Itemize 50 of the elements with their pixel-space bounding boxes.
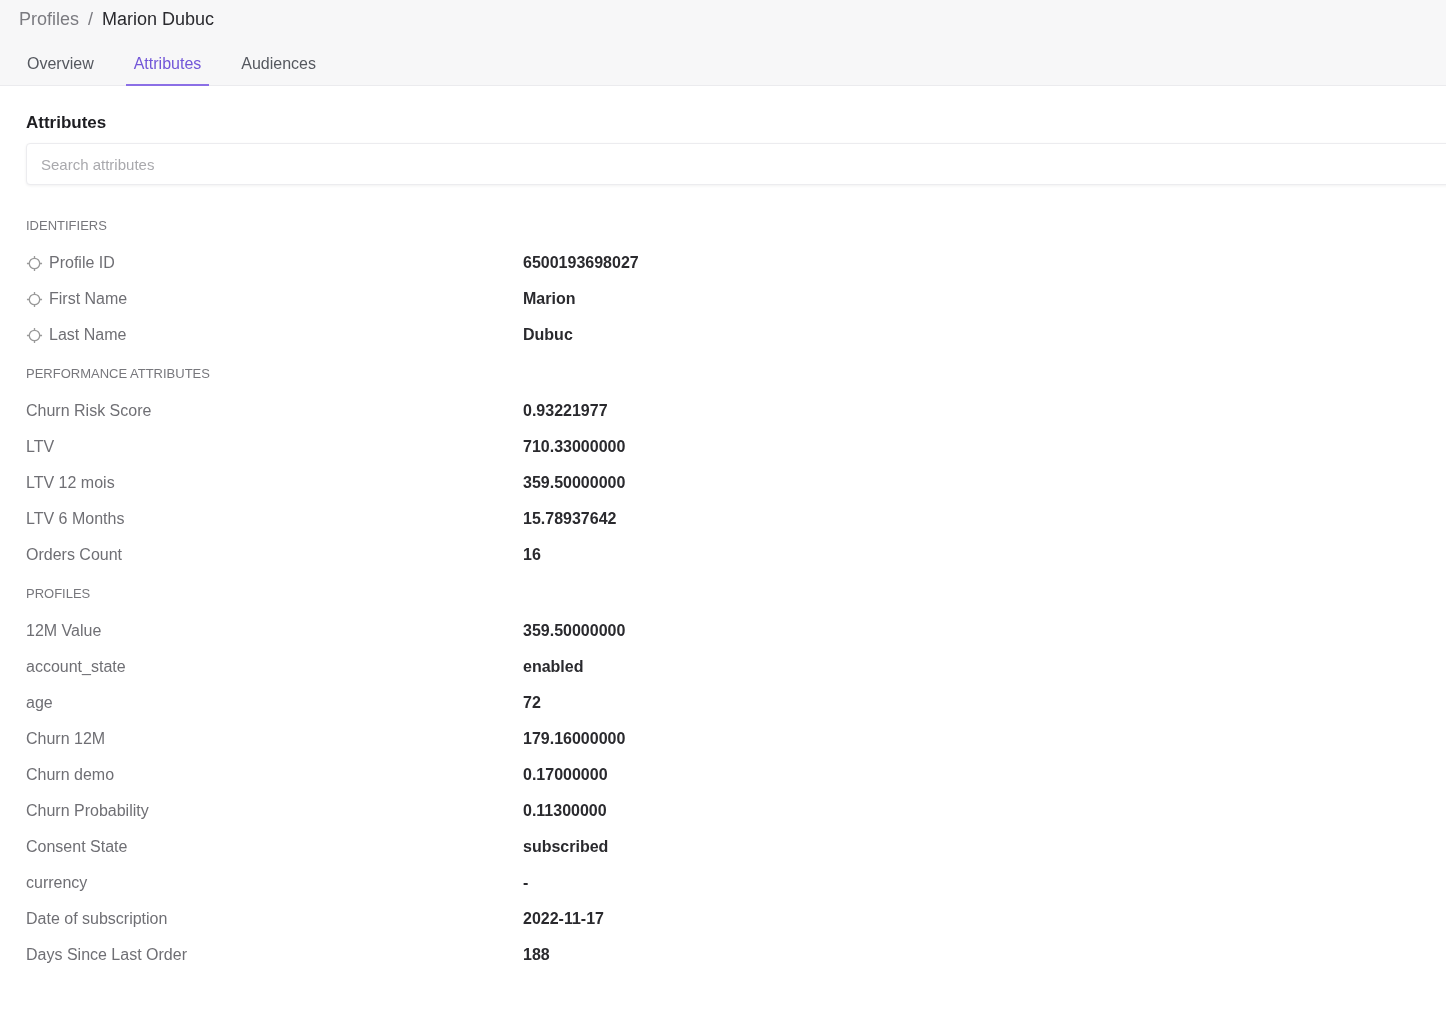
crosshair-icon bbox=[26, 254, 43, 272]
attribute-label: age bbox=[26, 694, 53, 712]
attribute-label: Churn demo bbox=[26, 766, 115, 784]
attribute-value: 0.11300000 bbox=[523, 802, 607, 820]
group-heading: PROFILES bbox=[26, 585, 92, 603]
attribute-label: Orders Count bbox=[26, 546, 123, 564]
crosshair-icon bbox=[26, 326, 43, 344]
group-heading: IDENTIFIERS bbox=[26, 217, 108, 235]
search-field[interactable]: Search attributes bbox=[26, 143, 1446, 185]
tab[interactable]: Attributes bbox=[125, 38, 210, 86]
attribute-value: 359.50000000 bbox=[523, 622, 626, 640]
attribute-label: currency bbox=[26, 874, 88, 892]
breadcrumb-link[interactable]: Profiles bbox=[19, 8, 80, 30]
tab[interactable]: Audiences bbox=[233, 38, 324, 86]
attribute-value: Dubuc bbox=[523, 326, 573, 344]
attribute-label: Last Name bbox=[49, 326, 127, 344]
breadcrumb-current: Marion Dubuc bbox=[102, 8, 215, 30]
attribute-label: Days Since Last Order bbox=[26, 946, 187, 964]
attribute-label: Churn Probability bbox=[26, 802, 149, 820]
section-title: Attributes bbox=[26, 113, 108, 134]
attribute-value: 179.16000000 bbox=[523, 730, 626, 748]
attribute-label: LTV bbox=[26, 438, 55, 456]
attribute-value: 710.33000000 bbox=[523, 438, 626, 456]
attribute-label: Profile ID bbox=[49, 254, 115, 272]
attribute-label: Churn 12M bbox=[26, 730, 106, 748]
group-heading: PERFORMANCE ATTRIBUTES bbox=[26, 365, 211, 383]
attribute-value: 0.93221977 bbox=[523, 402, 608, 420]
attribute-label: Date of subscription bbox=[26, 910, 168, 928]
attribute-value: 6500193698027 bbox=[523, 254, 639, 272]
tab[interactable]: Overview bbox=[19, 38, 102, 86]
breadcrumb-separator: / bbox=[88, 8, 94, 30]
attribute-label: account_state bbox=[26, 658, 126, 676]
attribute-value: - bbox=[523, 874, 529, 892]
attribute-label: Consent State bbox=[26, 838, 128, 856]
attribute-label: LTV 12 mois bbox=[26, 474, 115, 492]
attribute-value: 72 bbox=[523, 694, 541, 712]
attribute-value: subscribed bbox=[523, 838, 609, 856]
attribute-value: 359.50000000 bbox=[523, 474, 626, 492]
attribute-value: 188 bbox=[523, 946, 550, 964]
attribute-value: 2022-11-17 bbox=[523, 910, 604, 928]
attribute-value: 15.78937642 bbox=[523, 510, 617, 528]
attribute-value: 16 bbox=[523, 546, 541, 564]
attribute-value: Marion bbox=[523, 290, 576, 308]
attribute-label: First Name bbox=[49, 290, 128, 308]
attribute-value: enabled bbox=[523, 658, 584, 676]
attribute-label: 12M Value bbox=[26, 622, 102, 640]
crosshair-icon bbox=[26, 290, 43, 308]
attribute-value: 0.17000000 bbox=[523, 766, 608, 784]
attribute-label: Churn Risk Score bbox=[26, 402, 152, 420]
attribute-label: LTV 6 Months bbox=[26, 510, 125, 528]
